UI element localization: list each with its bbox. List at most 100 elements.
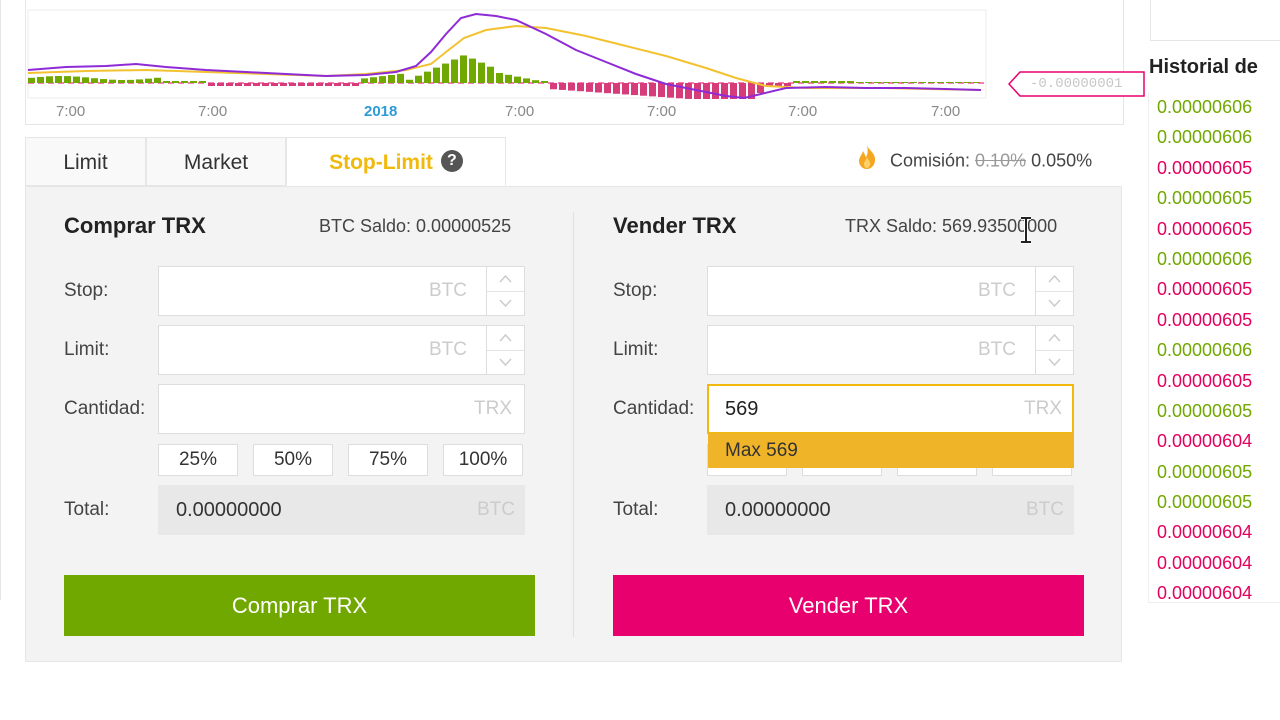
- history-row: 0.00000606: [1157, 97, 1253, 117]
- macd-chart-panel[interactable]: 7:00 7:00 2018 7:00 7:00 7:00 7:00 -0.00000001: [25, 0, 1145, 125]
- macd-histogram-bar: [307, 83, 314, 86]
- sell-trx-button[interactable]: Vender TRX: [613, 575, 1084, 636]
- x-tick-label: 7:00: [788, 103, 817, 120]
- macd-histogram-bar: [145, 78, 152, 83]
- macd-histogram-bar: [262, 83, 269, 86]
- sell-limit-input[interactable]: BTC: [707, 325, 1074, 375]
- macd-histogram-bar: [559, 83, 566, 90]
- macd-histogram-bar: [280, 83, 287, 86]
- trade-history-list[interactable]: 0.00000606 0.00000606 0.00000605 0.00000605…: [1148, 92, 1280, 603]
- sell-stop-stepper[interactable]: [1035, 267, 1073, 315]
- sell-amount-input[interactable]: 569 TRX: [707, 384, 1074, 434]
- macd-histogram-bar: [586, 83, 593, 92]
- macd-histogram-bar: [298, 83, 305, 86]
- macd-histogram-bar: [370, 77, 377, 83]
- macd-histogram-bar: [712, 83, 719, 99]
- chevron-up-icon[interactable]: [487, 326, 524, 351]
- tab-stop-limit-label: Stop-Limit: [329, 151, 433, 174]
- history-row: 0.00000605: [1157, 309, 1253, 330]
- tab-market[interactable]: Market: [146, 137, 286, 186]
- macd-histogram-bar: [37, 76, 44, 83]
- macd-histogram-bar: [379, 76, 386, 83]
- page-edge-divider: [0, 0, 1, 600]
- sell-total-value: 0.00000000: [725, 499, 831, 521]
- macd-histogram-bar: [829, 81, 836, 83]
- macd-histogram-bar: [487, 66, 494, 83]
- sell-stop-input[interactable]: BTC: [707, 266, 1074, 316]
- history-row: 0.00000604: [1157, 552, 1253, 573]
- buy-total-unit: BTC: [477, 499, 515, 520]
- buy-pct-50-button[interactable]: 50%: [253, 444, 333, 476]
- history-row: 0.00000605: [1157, 370, 1253, 391]
- macd-histogram-bar: [316, 83, 323, 86]
- macd-histogram-bar: [496, 73, 503, 83]
- sell-limit-unit: BTC: [978, 339, 1016, 360]
- tab-limit[interactable]: Limit: [25, 137, 146, 186]
- macd-histogram-bar: [73, 76, 80, 83]
- chevron-down-icon[interactable]: [487, 291, 524, 315]
- macd-histogram-bar: [208, 83, 215, 86]
- buy-stop-unit: BTC: [429, 280, 467, 301]
- buy-stop-stepper[interactable]: [486, 267, 524, 315]
- macd-histogram-bar: [163, 81, 170, 83]
- macd-histogram-bar: [595, 83, 602, 93]
- macd-histogram-bar: [172, 81, 179, 83]
- history-row: 0.00000605: [1157, 461, 1253, 482]
- chevron-down-icon[interactable]: [1036, 350, 1073, 374]
- macd-histogram-bar: [64, 76, 71, 83]
- sell-limit-label: Limit:: [613, 339, 659, 360]
- macd-histogram-bar: [451, 59, 458, 83]
- x-tick-label: 2018: [364, 103, 397, 120]
- buy-pct-75-button[interactable]: 75%: [348, 444, 428, 476]
- buy-sell-divider: [573, 212, 574, 637]
- macd-histogram-bar: [109, 79, 116, 83]
- buy-stop-label: Stop:: [64, 280, 109, 301]
- help-icon[interactable]: ?: [440, 150, 463, 173]
- sell-stop-unit: BTC: [978, 280, 1016, 301]
- macd-histogram-bar: [424, 71, 431, 83]
- macd-histogram-bar: [964, 82, 971, 83]
- tab-stop-limit[interactable]: Stop-Limit?: [286, 137, 506, 186]
- signal-line: [27, 24, 982, 91]
- chevron-down-icon[interactable]: [487, 350, 524, 374]
- macd-histogram-bar: [154, 77, 161, 83]
- macd-histogram-bar: [613, 83, 620, 94]
- macd-value-label: -0.00000001: [1030, 76, 1123, 92]
- buy-limit-unit: BTC: [429, 339, 467, 360]
- chevron-up-icon[interactable]: [487, 267, 524, 292]
- macd-histogram-bar: [226, 83, 233, 86]
- fee-new-rate: 0.050%: [1031, 150, 1093, 171]
- macd-histogram-bar: [973, 82, 980, 83]
- macd-histogram-bar: [901, 82, 908, 83]
- macd-histogram-bar: [442, 63, 449, 83]
- x-tick-label: 7:00: [56, 103, 85, 120]
- buy-amount-input[interactable]: TRX: [158, 384, 525, 434]
- macd-value-tag: -0.00000001: [1008, 71, 1146, 97]
- macd-histogram-bar: [199, 81, 206, 83]
- x-tick-label: 7:00: [931, 103, 960, 120]
- chevron-up-icon[interactable]: [1036, 326, 1073, 351]
- buy-stop-input[interactable]: BTC: [158, 266, 525, 316]
- macd-histogram-bar: [883, 82, 890, 83]
- chevron-down-icon[interactable]: [1036, 291, 1073, 315]
- fee-info: Comisión: 0.10% 0.050%: [856, 144, 1092, 174]
- sell-form-title: Vender TRX: [613, 213, 737, 238]
- buy-limit-stepper[interactable]: [486, 326, 524, 374]
- buy-pct-25-button[interactable]: 25%: [158, 444, 238, 476]
- orderbook-footer-box: [1150, 0, 1280, 41]
- chevron-up-icon[interactable]: [1036, 267, 1073, 292]
- macd-histogram-bar: [784, 83, 791, 86]
- macd-chart: 7:00 7:00 2018 7:00 7:00 7:00 7:00: [27, 9, 987, 120]
- macd-histogram-bar: [433, 67, 440, 83]
- macd-histogram-bar: [478, 62, 485, 83]
- max-amount-suggestion[interactable]: Max 569: [708, 433, 1074, 468]
- macd-histogram-bar: [82, 77, 89, 83]
- buy-limit-input[interactable]: BTC: [158, 325, 525, 375]
- macd-histogram-bar: [622, 83, 629, 95]
- buy-trx-button[interactable]: Comprar TRX: [64, 575, 535, 636]
- history-row: 0.00000605: [1157, 400, 1253, 421]
- macd-histogram-bar: [910, 82, 917, 83]
- sell-limit-stepper[interactable]: [1035, 326, 1073, 374]
- buy-pct-100-button[interactable]: 100%: [443, 444, 523, 476]
- sell-stop-label: Stop:: [613, 280, 658, 301]
